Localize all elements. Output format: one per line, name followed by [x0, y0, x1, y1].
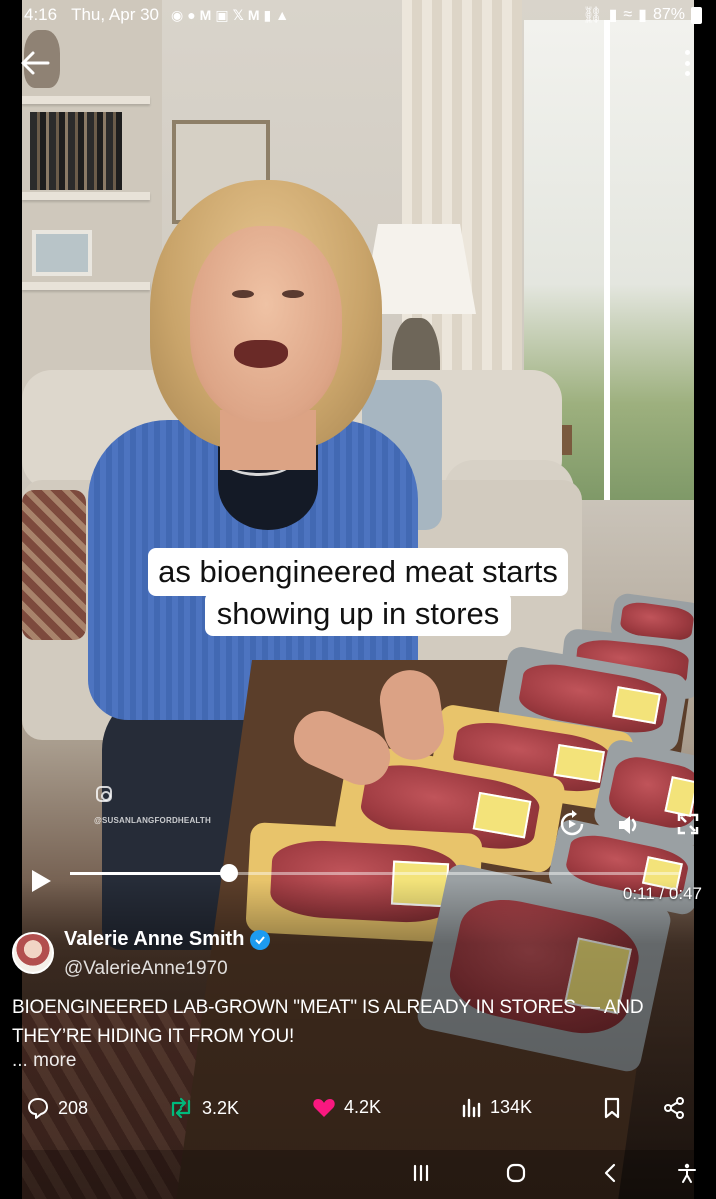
system-back-button[interactable] — [600, 1162, 622, 1189]
chevron-left-icon — [604, 1163, 616, 1183]
app-icon: ▲ — [275, 7, 290, 23]
recent-apps-icon — [413, 1164, 429, 1182]
gamepad-icon: ◉ — [170, 6, 184, 23]
mail-icon: M — [247, 7, 260, 23]
status-date: Thu, Apr 30 — [71, 5, 159, 24]
bookmark-button[interactable] — [602, 1096, 622, 1120]
caption-line-2: showing up in stores — [204, 592, 512, 636]
repost-count: 3.2K — [202, 1097, 240, 1118]
share-button[interactable] — [662, 1096, 686, 1120]
gmail-icon: M — [199, 7, 212, 23]
account-icon: ● — [187, 7, 196, 23]
gallery-icon: ▣ — [215, 6, 229, 23]
signal-icon: ▮ — [638, 7, 647, 24]
fullscreen-button[interactable] — [676, 812, 700, 836]
shopping-bag-icon: ▮ — [263, 6, 272, 23]
avatar[interactable] — [12, 932, 54, 974]
vpn-key-icon: ⛓ — [582, 7, 603, 24]
back-arrow-icon — [21, 51, 50, 75]
battery-icon — [691, 6, 702, 24]
accessibility-icon — [678, 1163, 696, 1183]
video-time: 0:11 / 0:47 — [622, 884, 702, 903]
comment-icon — [28, 1098, 48, 1119]
video-progress-bar[interactable] — [70, 864, 680, 882]
replay-button[interactable] — [558, 810, 586, 838]
notification-icons: ◉ ● M ▣ 𝕏 M ▮ ▲ — [171, 7, 289, 24]
play-button[interactable] — [28, 868, 54, 894]
action-bar: 208 3.2K 4.2K 134K — [0, 1096, 716, 1126]
back-button[interactable] — [18, 48, 52, 78]
video-watermark: @SUSANLANGFORDHEALTH — [94, 816, 211, 825]
video-caption: as bioengineered meat starts showing up … — [88, 548, 628, 636]
like-button[interactable]: 4.2K — [312, 1096, 381, 1118]
expand-icon — [677, 813, 699, 835]
share-icon — [664, 1097, 684, 1119]
view-count: 134K — [490, 1096, 533, 1117]
bookmark-icon — [604, 1097, 620, 1119]
instagram-icon — [96, 786, 112, 802]
home-icon — [506, 1163, 526, 1183]
status-bar: 4:16 Thu, Apr 30 ◉ ● M ▣ 𝕏 M ▮ ▲ ⛓ ▮ ≈ ▮… — [0, 0, 716, 30]
progress-scrubber[interactable] — [219, 864, 238, 882]
lock-icon: ▮ — [608, 7, 618, 24]
home-button[interactable] — [505, 1162, 527, 1189]
replay-icon — [560, 810, 584, 836]
reply-count: 208 — [58, 1097, 89, 1118]
system-icons: ⛓ ▮ ≈ ▮ 87% — [582, 5, 702, 25]
like-count: 4.2K — [344, 1096, 382, 1117]
bar-chart-icon — [462, 1098, 481, 1118]
repost-button[interactable]: 3.2K — [168, 1096, 239, 1120]
author-name[interactable]: Valerie Anne Smith — [64, 928, 271, 951]
show-more-link[interactable]: ... more — [12, 1050, 76, 1072]
progress-fill — [70, 872, 229, 875]
verified-badge-icon — [250, 929, 271, 950]
x-icon: 𝕏 — [232, 6, 244, 23]
views-button[interactable]: 134K — [460, 1096, 532, 1118]
speaker-icon — [619, 816, 637, 834]
author-handle[interactable]: @ValerieAnne1970 — [64, 958, 228, 980]
system-navigation-bar — [0, 1150, 716, 1199]
wifi-icon: ≈ — [623, 6, 633, 23]
caption-line-1: as bioengineered meat starts — [148, 548, 568, 596]
heart-icon — [313, 1099, 335, 1117]
repost-icon — [171, 1097, 191, 1119]
volume-button[interactable] — [616, 812, 642, 838]
play-icon — [32, 870, 51, 892]
battery-percent: 87% — [652, 6, 685, 23]
status-time: 4:16 — [24, 5, 58, 24]
recent-apps-button[interactable] — [410, 1162, 432, 1189]
reply-button[interactable]: 208 — [26, 1096, 88, 1120]
author-name-text: Valerie Anne Smith — [64, 928, 245, 950]
post-text: BIOENGINEERED LAB-GROWN "MEAT" IS ALREAD… — [12, 997, 644, 1047]
more-options-button[interactable] — [682, 50, 692, 76]
accessibility-button[interactable] — [676, 1162, 698, 1189]
